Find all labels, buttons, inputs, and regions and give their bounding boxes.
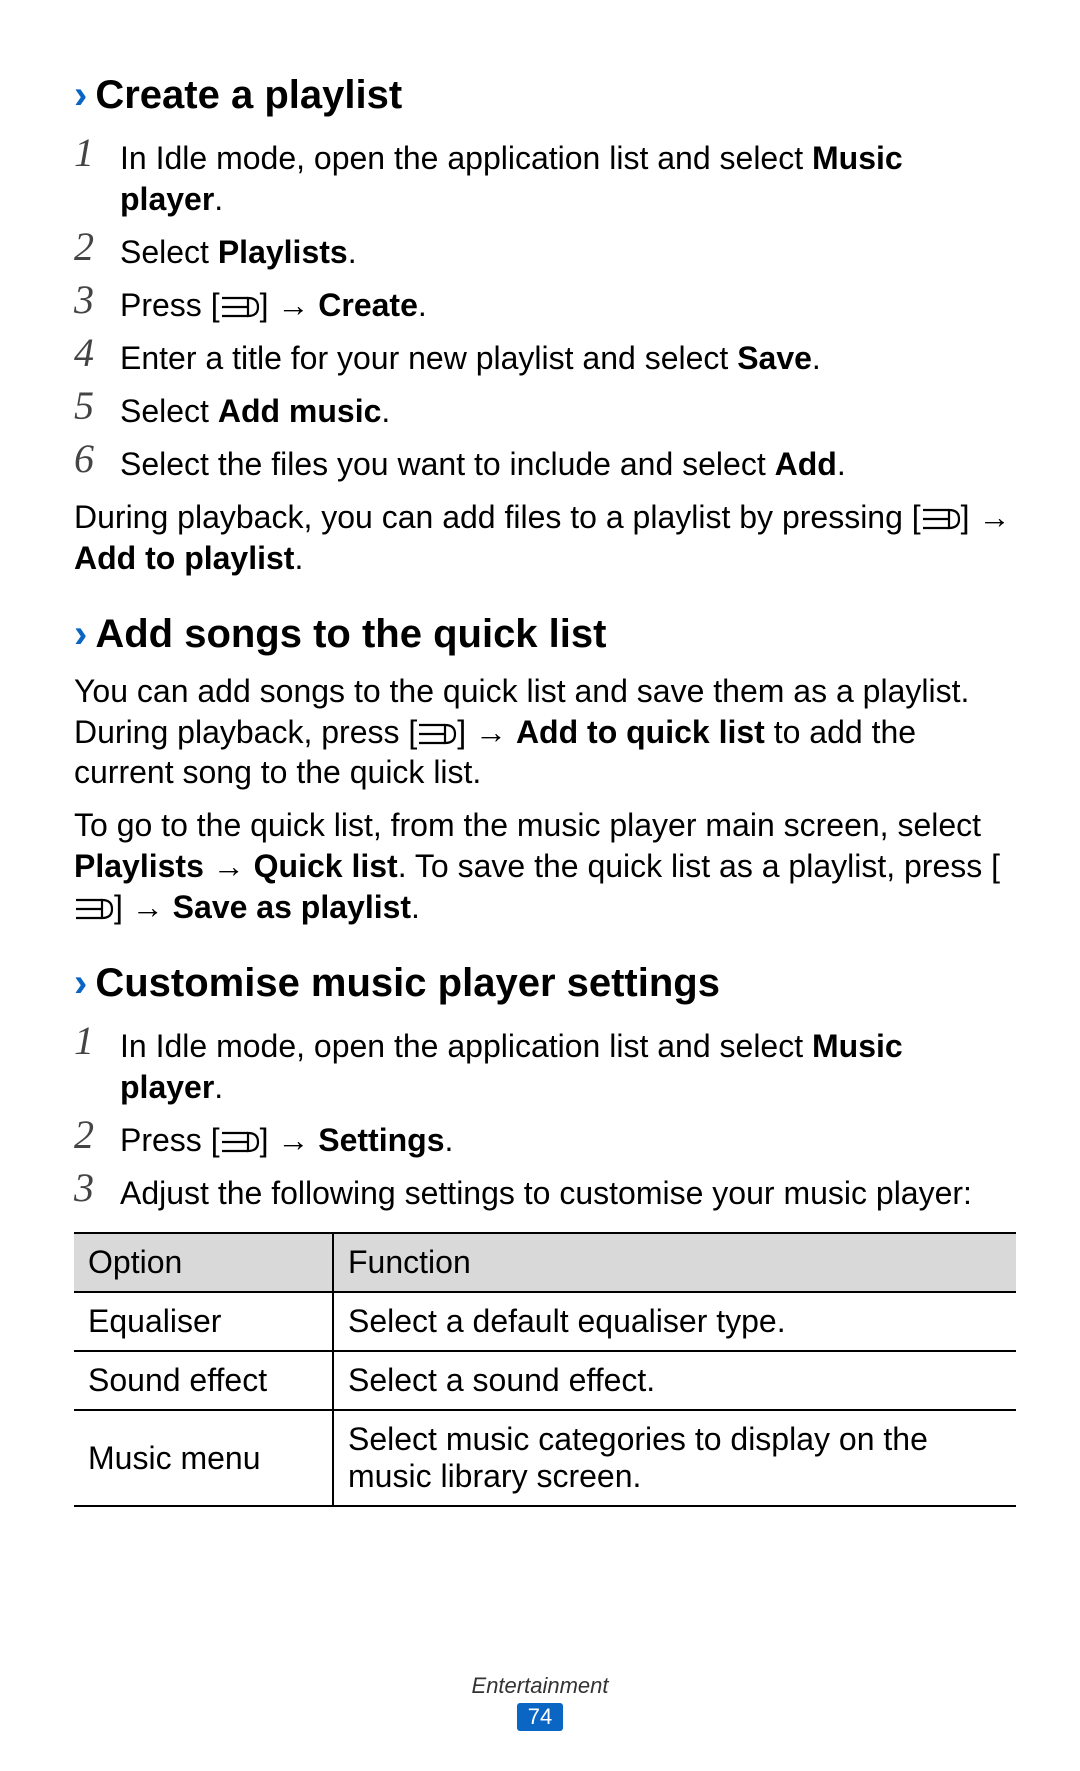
- heading-text: Customise music player settings: [95, 960, 720, 1006]
- heading-customise-settings: › Customise music player settings: [74, 960, 1012, 1006]
- step-number: 1: [74, 132, 120, 174]
- page-number-badge: 74: [517, 1703, 563, 1731]
- table-row: EqualiserSelect a default equaliser type…: [74, 1292, 1016, 1351]
- bold-text: Add to playlist: [74, 540, 294, 576]
- step-body: In Idle mode, open the application list …: [120, 132, 1012, 220]
- step-body: Select the files you want to include and…: [120, 438, 846, 485]
- step-item: 3Press [] → Create.: [74, 279, 1012, 326]
- table-header-function: Function: [333, 1233, 1016, 1292]
- heading-text: Create a playlist: [95, 72, 402, 118]
- table-cell-option: Equaliser: [74, 1292, 333, 1351]
- steps-create-a-playlist: 1In Idle mode, open the application list…: [68, 132, 1012, 485]
- step-item: 5Select Add music.: [74, 385, 1012, 432]
- bold-text: Add to quick list: [516, 714, 765, 750]
- step-number: 2: [74, 226, 120, 268]
- bold-text: Add music: [218, 393, 382, 429]
- chevron-icon: ›: [74, 614, 87, 654]
- bold-text: Music player: [120, 1028, 903, 1105]
- steps-customise: 1In Idle mode, open the application list…: [68, 1020, 1012, 1214]
- paragraph: During playback, you can add files to a …: [74, 497, 1012, 579]
- step-body: In Idle mode, open the application list …: [120, 1020, 1012, 1108]
- step-body: Enter a title for your new playlist and …: [120, 332, 821, 379]
- step-number: 6: [74, 438, 120, 480]
- heading-text: Add songs to the quick list: [95, 611, 606, 657]
- menu-icon: [417, 721, 457, 747]
- heading-add-songs-quick-list: › Add songs to the quick list: [74, 611, 1012, 657]
- paragraph: You can add songs to the quick list and …: [74, 671, 1012, 794]
- page-footer: Entertainment 74: [0, 1673, 1080, 1731]
- table-cell-function: Select music categories to display on th…: [333, 1410, 1016, 1506]
- step-body: Select Playlists.: [120, 226, 357, 273]
- step-item: 2Press [] → Settings.: [74, 1114, 1012, 1161]
- step-item: 4Enter a title for your new playlist and…: [74, 332, 1012, 379]
- step-item: 6Select the files you want to include an…: [74, 438, 1012, 485]
- footer-section-title: Entertainment: [0, 1673, 1080, 1699]
- settings-table: Option Function EqualiserSelect a defaul…: [74, 1232, 1016, 1507]
- step-item: 1In Idle mode, open the application list…: [74, 132, 1012, 220]
- bold-text: Playlists: [218, 234, 348, 270]
- step-body: Press [] → Create.: [120, 279, 427, 326]
- step-body: Adjust the following settings to customi…: [120, 1167, 972, 1214]
- bold-text: Settings: [318, 1122, 444, 1158]
- chevron-icon: ›: [74, 963, 87, 1003]
- bold-text: Save: [737, 340, 812, 376]
- step-body: Press [] → Settings.: [120, 1114, 453, 1161]
- heading-create-a-playlist: › Create a playlist: [74, 72, 1012, 118]
- step-number: 3: [74, 279, 120, 321]
- bold-text: Add: [775, 446, 837, 482]
- menu-icon: [220, 294, 260, 320]
- step-number: 3: [74, 1167, 120, 1209]
- step-number: 1: [74, 1020, 120, 1062]
- menu-icon: [220, 1129, 260, 1155]
- table-cell-function: Select a sound effect.: [333, 1351, 1016, 1410]
- table-cell-function: Select a default equaliser type.: [333, 1292, 1016, 1351]
- step-item: 2Select Playlists.: [74, 226, 1012, 273]
- table-row: Music menuSelect music categories to dis…: [74, 1410, 1016, 1506]
- table-row: Sound effectSelect a sound effect.: [74, 1351, 1016, 1410]
- step-number: 5: [74, 385, 120, 427]
- step-item: 3Adjust the following settings to custom…: [74, 1167, 1012, 1214]
- table-header-option: Option: [74, 1233, 333, 1292]
- bold-text: Quick list: [254, 848, 398, 884]
- table-cell-option: Sound effect: [74, 1351, 333, 1410]
- bold-text: Music player: [120, 140, 903, 217]
- table-cell-option: Music menu: [74, 1410, 333, 1506]
- menu-icon: [921, 506, 961, 532]
- settings-table-body: EqualiserSelect a default equaliser type…: [74, 1292, 1016, 1506]
- step-number: 2: [74, 1114, 120, 1156]
- bold-text: Playlists: [74, 848, 204, 884]
- step-number: 4: [74, 332, 120, 374]
- bold-text: Create: [318, 287, 418, 323]
- step-item: 1In Idle mode, open the application list…: [74, 1020, 1012, 1108]
- bold-text: Save as playlist: [173, 889, 411, 925]
- chevron-icon: ›: [74, 75, 87, 115]
- paragraph: To go to the quick list, from the music …: [74, 805, 1012, 928]
- menu-icon: [74, 896, 114, 922]
- step-body: Select Add music.: [120, 385, 390, 432]
